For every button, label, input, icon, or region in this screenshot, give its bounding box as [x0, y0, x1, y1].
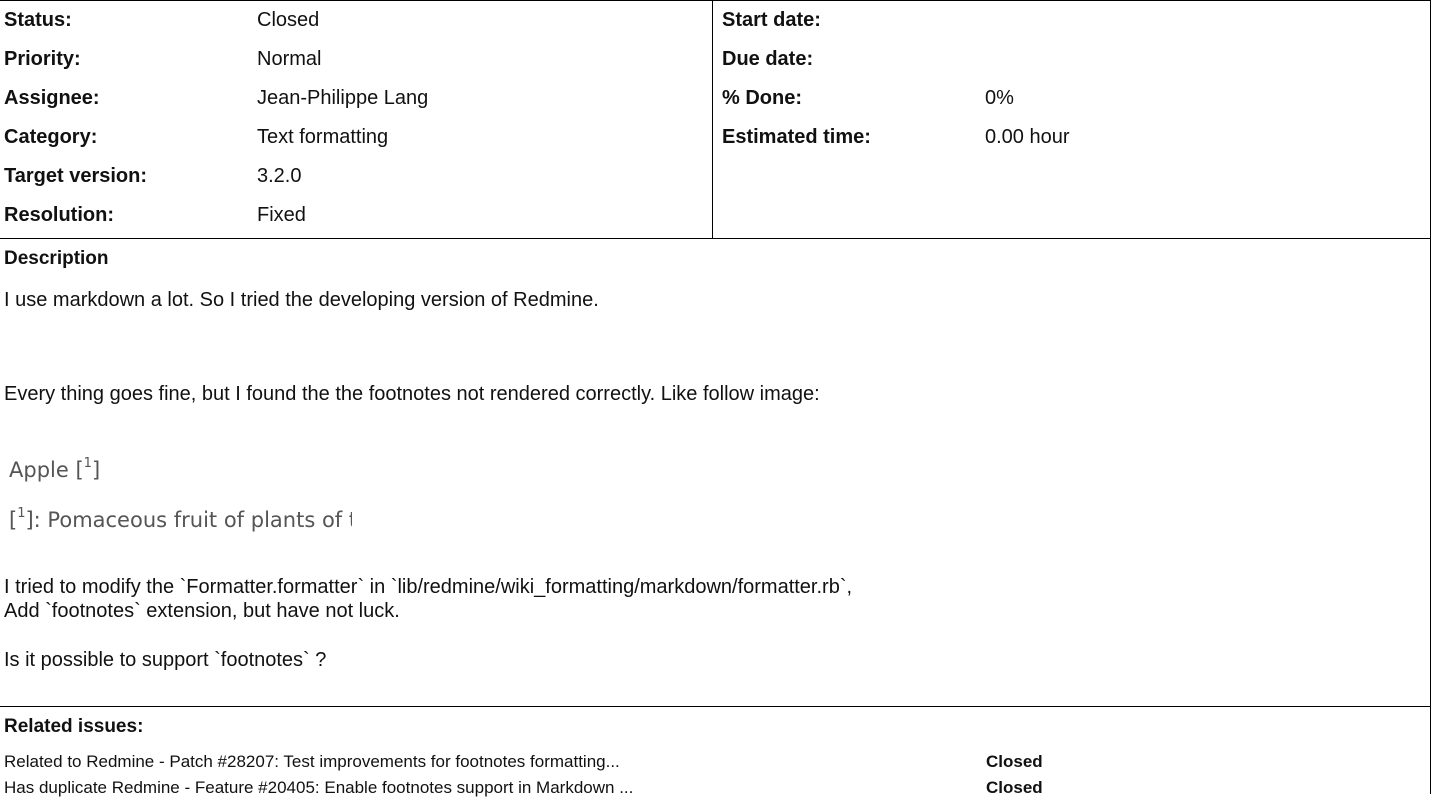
image-line-apple: Apple [1]	[9, 456, 101, 482]
attribute-start-date: Start date:	[713, 0, 1431, 39]
attribute-label: Due date:	[722, 48, 814, 70]
attribute-resolution: Resolution: Fixed	[0, 195, 712, 234]
related-issue-row: Has duplicate Redmine - Feature #20405: …	[4, 774, 1424, 804]
attribute-label: Resolution:	[4, 204, 114, 226]
attribute-value: Fixed	[257, 204, 306, 226]
attribute-due-date: Due date:	[713, 39, 1431, 78]
attribute-label: Estimated time:	[722, 126, 871, 148]
description-paragraph: Every thing goes fine, but I found the t…	[4, 383, 820, 405]
target-version-link[interactable]: 3.2.0	[257, 165, 301, 188]
attribute-assignee: Assignee: Jean-Philippe Lang	[0, 78, 712, 117]
attribute-label: % Done:	[722, 87, 802, 109]
attribute-label: Target version:	[4, 165, 147, 187]
attribute-label: Status:	[4, 9, 72, 31]
attribute-status: Status: Closed	[0, 0, 712, 39]
attributes-left-column: Status: Closed Priority: Normal Assignee…	[0, 0, 712, 234]
attributes-right-column: Start date: Due date: % Done: 0% Estimat…	[713, 0, 1431, 156]
attribute-priority: Priority: Normal	[0, 39, 712, 78]
description-paragraph: I tried to modify the `Formatter.formatt…	[4, 576, 853, 598]
attribute-label: Start date:	[722, 9, 821, 31]
footnote-screenshot-image: Apple [1] [1]: Pomaceous fruit of plants…	[0, 444, 352, 578]
attribute-value: Closed	[257, 9, 320, 31]
description-title: Description	[4, 248, 109, 269]
attribute-value: Text formatting	[257, 126, 389, 148]
attribute-done-ratio: % Done: 0%	[713, 78, 1431, 117]
attribute-value: 0%	[985, 87, 1014, 109]
description-paragraph: Add `footnotes` extension, but have not …	[4, 600, 400, 622]
attributes-bottom-border	[0, 238, 1431, 239]
description-paragraph: I use markdown a lot. So I tried the dev…	[4, 289, 599, 311]
image-line-footnote: [1]: Pomaceous fruit of plants of the g	[9, 506, 352, 532]
attribute-target-version: Target version: 3.2.0	[0, 156, 712, 195]
related-issue-status: Closed	[986, 752, 1043, 771]
description-paragraph: Is it possible to support `footnotes` ?	[4, 649, 327, 671]
attribute-category: Category: Text formatting	[0, 117, 712, 156]
attribute-value: 0.00 hour	[985, 126, 1070, 148]
related-issue-status: Closed	[986, 778, 1043, 797]
related-issue-link[interactable]: Has duplicate Redmine - Feature #20405: …	[4, 778, 633, 798]
related-issues-title: Related issues:	[4, 716, 144, 737]
description-bottom-border	[0, 706, 1431, 707]
attribute-value: Normal	[257, 48, 322, 70]
related-issue-link[interactable]: Related to Redmine - Patch #28207: Test …	[4, 752, 620, 772]
attribute-label: Category:	[4, 126, 98, 148]
attribute-label: Assignee:	[4, 87, 100, 109]
attribute-label: Priority:	[4, 48, 81, 70]
assignee-link[interactable]: Jean-Philippe Lang	[257, 87, 428, 110]
attribute-estimated-time: Estimated time: 0.00 hour	[713, 117, 1431, 156]
